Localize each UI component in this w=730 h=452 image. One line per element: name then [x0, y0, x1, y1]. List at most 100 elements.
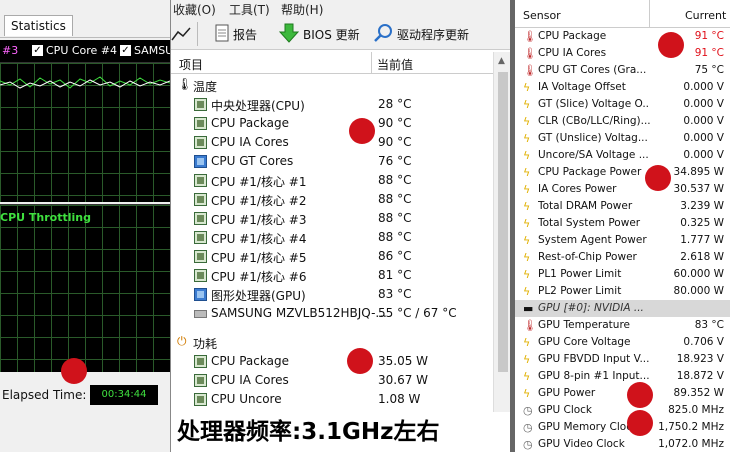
sensor-row[interactable]: 🌡 CPU Package 91 °C — [515, 28, 730, 45]
sensor-value: 0.000 V — [683, 132, 724, 144]
sensor-label: IA Voltage Offset — [538, 81, 626, 93]
sensor-value: 0.706 V — [683, 336, 724, 348]
sensor-row[interactable]: ϟ System Agent Power 1.777 W — [515, 232, 730, 249]
sensor-row[interactable]: 中央处理器(CPU) 28 °C — [171, 95, 491, 114]
sensor-row[interactable]: ϟ CPU Package Power 34.895 W — [515, 164, 730, 181]
sensor-row[interactable]: ◷ GPU Memory Clock 1,750.2 MHz — [515, 419, 730, 436]
sensor-value: 0.000 V — [683, 149, 724, 161]
stress-test-window: Statistics #3 ✓ CPU Core #4 ✓ SAMSU CPU … — [0, 0, 170, 452]
checkbox-checked-icon[interactable]: ✓ — [32, 45, 43, 56]
sensor-row[interactable]: ϟ Rest-of-Chip Power 2.618 W — [515, 249, 730, 266]
sensor-row[interactable]: SAMSUNG MZVLB512HBJQ-... 55 °C / 67 °C — [171, 304, 491, 323]
legend-item-samsung[interactable]: ✓ SAMSU — [120, 44, 170, 57]
throttling-graph: CPU Throttling — [0, 204, 170, 372]
sensor-row[interactable]: ϟ CLR (CBo/LLC/Ring)... 0.000 V — [515, 113, 730, 130]
annotation-dot — [645, 165, 671, 191]
chart-icon[interactable] — [171, 24, 191, 44]
sensor-row[interactable]: ϟ Total System Power 0.325 W — [515, 215, 730, 232]
column-current-value[interactable]: 当前值 — [377, 56, 413, 73]
sensor-value: 1,072.0 MHz — [658, 438, 724, 450]
cpu-chip-icon — [194, 374, 207, 387]
sensor-row[interactable]: CPU #1/核心 #3 88 °C — [171, 209, 491, 228]
sensor-row[interactable]: CPU Uncore 1.08 W — [171, 390, 491, 409]
sensor-value: 0.000 V — [683, 98, 724, 110]
disk-drive-icon — [194, 310, 207, 318]
sensor-row[interactable]: ϟ GPU Core Voltage 0.706 V — [515, 334, 730, 351]
sensor-window: 收藏(O) 工具(T) 帮助(H) 报告 BIOS 更新 驱动程序更新 项目 当… — [170, 0, 510, 452]
sensor-row[interactable]: ϟ GPU Power 89.352 W — [515, 385, 730, 402]
menu-tools[interactable]: 工具(T) — [229, 1, 270, 18]
sensor-label: GPU Temperature — [538, 319, 631, 331]
sensor-row[interactable]: CPU Package 90 °C — [171, 114, 491, 133]
sensor-row[interactable]: CPU #1/核心 #4 88 °C — [171, 228, 491, 247]
scrollbar-thumb[interactable] — [498, 72, 508, 372]
column-current[interactable]: Current — [685, 9, 726, 22]
sensor-label: Uncore/SA Voltage ... — [538, 149, 649, 161]
sensor-row[interactable]: ϟ Total DRAM Power 3.239 W — [515, 198, 730, 215]
lightning-icon: ϟ — [523, 217, 531, 230]
throttling-label: CPU Throttling — [0, 211, 91, 224]
driver-update-button[interactable]: 驱动程序更新 — [373, 23, 469, 44]
sensor-row[interactable]: ◷ GPU Clock 825.0 MHz — [515, 402, 730, 419]
sensor-row[interactable]: 🌡 CPU IA Cores 91 °C — [515, 45, 730, 62]
elapsed-time-label: Elapsed Time: — [2, 388, 87, 402]
sensor-row[interactable]: CPU Package 35.05 W — [171, 352, 491, 371]
sensor-row[interactable]: CPU GT Cores 76 °C — [171, 152, 491, 171]
cpu-chip-icon — [194, 136, 207, 149]
checkbox-checked-icon[interactable]: ✓ — [120, 45, 131, 56]
sensor-value: 825.0 MHz — [668, 404, 724, 416]
sensor-row[interactable]: 图形处理器(GPU) 83 °C — [171, 285, 491, 304]
lightning-icon: ϟ — [523, 353, 531, 366]
legend-label: #3 — [2, 44, 19, 57]
sensor-value: 83 °C — [694, 319, 724, 331]
lightning-icon: ϟ — [523, 251, 531, 264]
sensor-label: GPU FBVDD Input V... — [538, 353, 650, 365]
menu-favorites[interactable]: 收藏(O) — [173, 1, 216, 18]
sensor-row[interactable]: CPU #1/核心 #5 86 °C — [171, 247, 491, 266]
sensor-row[interactable]: CPU IA Cores 30.67 W — [171, 371, 491, 390]
temperature-graph-lines — [0, 76, 170, 89]
legend-item-cpu-core-4[interactable]: ✓ CPU Core #4 — [32, 44, 117, 57]
sensor-label: PL2 Power Limit — [538, 285, 622, 297]
sensor-row[interactable]: ϟ PL2 Power Limit 80.000 W — [515, 283, 730, 300]
report-button[interactable]: 报告 — [215, 24, 257, 44]
sensor-value: 0.325 W — [680, 217, 724, 229]
column-sensor[interactable]: Sensor — [523, 9, 561, 22]
column-item[interactable]: 项目 — [179, 56, 203, 73]
gpu-monitor-icon — [194, 288, 207, 301]
sensor-row[interactable]: ϟ IA Cores Power 30.537 W — [515, 181, 730, 198]
sensor-row[interactable]: ϟ GPU 8-pin #1 Input... 18.872 V — [515, 368, 730, 385]
sensor-row[interactable]: 🌡 GPU Temperature 83 °C — [515, 317, 730, 334]
sensor-label: CPU Package — [538, 30, 607, 42]
sensor-row[interactable]: CPU #1/核心 #2 88 °C — [171, 190, 491, 209]
sensor-row[interactable]: ϟ Uncore/SA Voltage ... 0.000 V — [515, 147, 730, 164]
sensor-row[interactable]: CPU #1/核心 #1 88 °C — [171, 171, 491, 190]
sensor-value: 0.000 V — [683, 81, 724, 93]
sensor-group-row[interactable]: ▬ GPU [#0]: NVIDIA ... — [515, 300, 730, 317]
bios-update-button[interactable]: BIOS 更新 — [278, 23, 360, 46]
gpu-card-icon: ▬ — [523, 302, 534, 315]
vertical-scrollbar[interactable]: ▲ — [493, 52, 510, 412]
sensor-value: 91 °C — [694, 47, 724, 59]
download-arrow-icon — [278, 23, 300, 46]
sensor-row[interactable]: 🌡 CPU GT Cores (Gra... 75 °C — [515, 62, 730, 79]
sensor-row[interactable]: ◷ GPU Video Clock 1,072.0 MHz — [515, 436, 730, 452]
scroll-up-icon[interactable]: ▲ — [498, 56, 505, 66]
sensor-row[interactable]: ϟ PL1 Power Limit 60.000 W — [515, 266, 730, 283]
cpu-chip-icon — [194, 174, 207, 187]
cpu-chip-icon — [194, 193, 207, 206]
sensor-row[interactable]: ϟ GT (Unslice) Voltag... 0.000 V — [515, 130, 730, 147]
sensor-row[interactable]: ϟ IA Voltage Offset 0.000 V — [515, 79, 730, 96]
sensor-row[interactable]: ϟ GPU FBVDD Input V... 18.923 V — [515, 351, 730, 368]
sensor-table-header: Sensor Current — [515, 0, 730, 28]
sensor-row[interactable]: CPU #1/核心 #6 81 °C — [171, 266, 491, 285]
sensor-row[interactable]: ϟ GT (Slice) Voltage O... 0.000 V — [515, 96, 730, 113]
menu-help[interactable]: 帮助(H) — [281, 1, 323, 18]
power-icon: ⏻ — [177, 334, 187, 348]
elapsed-time-value: 00:34:44 — [90, 385, 158, 405]
sensor-row[interactable]: CPU IA Cores 90 °C — [171, 133, 491, 152]
tab-statistics[interactable]: Statistics — [4, 15, 73, 36]
annotation-dot — [627, 410, 653, 436]
column-header: 项目 当前值 — [171, 52, 510, 74]
legend-label: SAMSU — [134, 44, 170, 57]
